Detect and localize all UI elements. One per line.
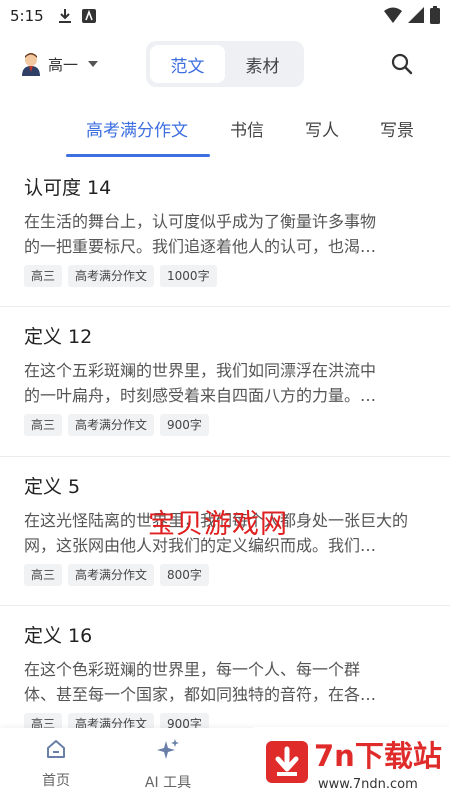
chevron-down-icon [88,61,99,67]
category-tabs: 高考满分作文 书信 写人 写景 [0,108,450,158]
promo-title: 7n下载站 [314,739,442,773]
wifi-icon [384,7,402,23]
tag-grade: 高三 [24,265,63,287]
home-icon [47,740,65,758]
download-icon [58,9,71,23]
article-title: 定义 16 [24,625,93,647]
tab-scenery[interactable]: 写景 [380,116,414,141]
list-item[interactable]: 定义 16 在这个色彩斑斓的世界里，每一个人、每一个群 体、甚至每一个国家，都如… [0,623,450,735]
status-bar: 5:15 [0,0,450,32]
tag-word-count: 800字 [160,564,209,586]
tag-grade: 高三 [24,564,63,586]
article-title: 定义 5 [24,476,81,498]
nav-home-label: 首页 [42,773,70,789]
article-title: 认可度 14 [24,177,112,199]
nav-ai-tools[interactable]: AI 工具 [128,738,208,792]
tag-word-count: 900字 [160,414,209,436]
grade-selector[interactable]: 高一 [20,52,99,76]
app-notification-icon [81,9,96,23]
battery-icon [430,6,440,24]
list-item[interactable]: 认可度 14 在生活的舞台上，认可度似乎成为了衡量许多事物 的一把重要标尺。我们… [0,175,450,287]
divider [0,605,450,606]
tag-category: 高考满分作文 [68,414,155,436]
download-arrow-icon [266,741,308,783]
article-tags: 高三 高考满分作文 1000字 [24,265,426,287]
search-icon[interactable] [390,52,414,76]
tab-gaokao[interactable]: 高考满分作文 [86,116,188,141]
status-time: 5:15 [10,7,44,25]
promo-badge: 7n下载站 www.7ndn.com [254,727,450,800]
article-summary: 在这个色彩斑斓的世界里，每一个人、每一个群 体、甚至每一个国家，都如同独特的音符… [24,660,377,704]
article-summary: 在生活的舞台上，认可度似乎成为了衡量许多事物 的一把重要标尺。我们追逐着他人的认… [24,212,377,256]
segment-essays[interactable]: 范文 [150,45,225,83]
article-summary: 在这个五彩斑斓的世界里，我们如同漂浮在洪流中 的一叶扁舟，时刻感受着来自四面八方… [24,361,377,405]
tag-word-count: 1000字 [160,265,217,287]
top-header: 高一 范文 素材 [0,40,450,88]
divider [0,306,450,307]
article-title: 定义 12 [24,326,93,348]
grade-label: 高一 [48,55,79,74]
divider [0,456,450,457]
promo-url: www.7ndn.com [318,777,418,792]
sparkle-icon [157,739,179,759]
list-item[interactable]: 定义 12 在这个五彩斑斓的世界里，我们如同漂浮在洪流中 的一叶扁舟，时刻感受着… [0,324,450,436]
tag-grade: 高三 [24,414,63,436]
article-tags: 高三 高考满分作文 800字 [24,564,426,586]
tab-people[interactable]: 写人 [305,116,339,141]
nav-ai-tools-label: AI 工具 [144,775,192,791]
tag-category: 高考满分作文 [68,265,155,287]
content-type-switch: 范文 素材 [146,41,304,87]
tag-category: 高考满分作文 [68,564,155,586]
watermark: 宝贝游戏网 [148,509,288,540]
article-tags: 高三 高考满分作文 900字 [24,414,426,436]
segment-materials[interactable]: 素材 [225,45,300,83]
avatar-icon [22,53,40,76]
nav-home[interactable]: 首页 [16,738,96,790]
active-tab-indicator [66,154,210,157]
tab-letters[interactable]: 书信 [230,116,264,141]
signal-icon [408,7,424,23]
